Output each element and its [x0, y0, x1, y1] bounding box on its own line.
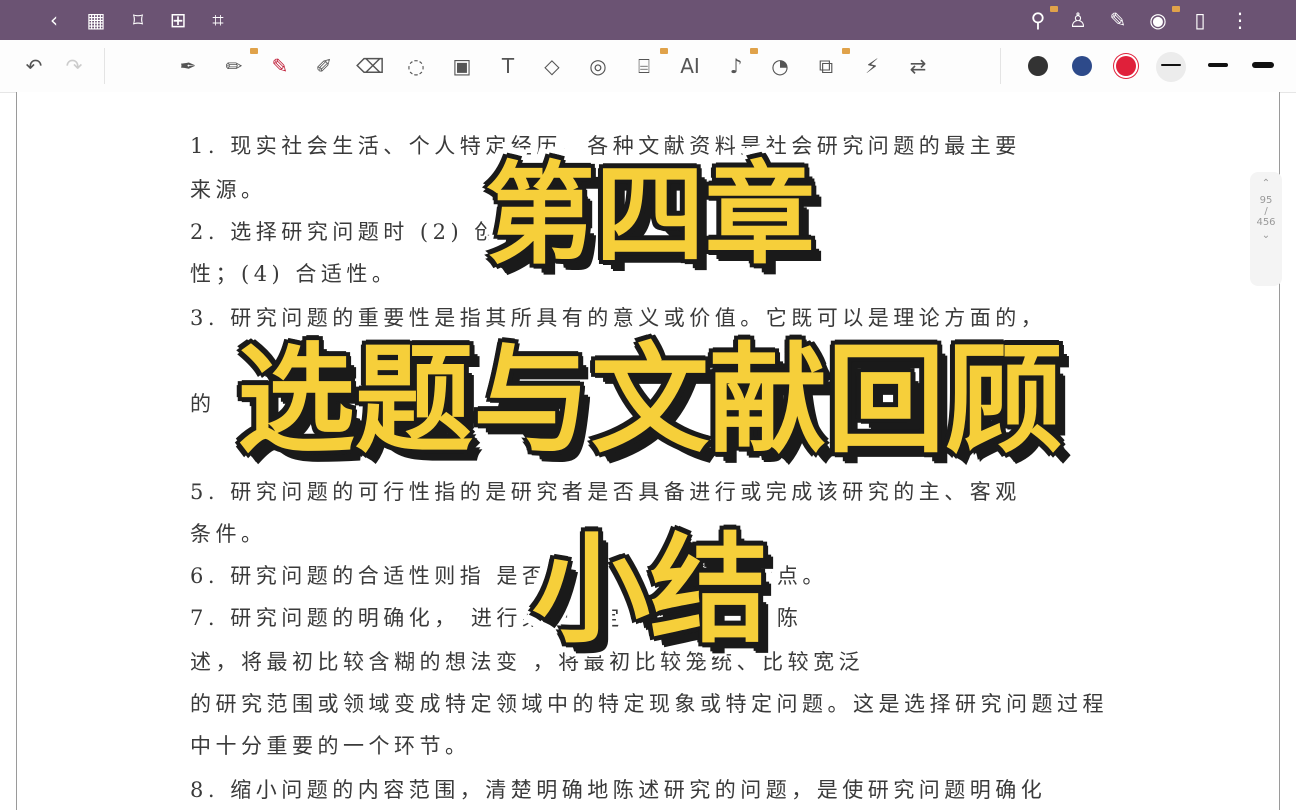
premium-crown-icon: [750, 48, 758, 54]
overlay-topic-title: 选题与文献回顾: [236, 331, 1063, 469]
lasso-icon[interactable]: ◌: [402, 52, 430, 80]
stroke-thick-button[interactable]: [1252, 62, 1274, 68]
marker-icon[interactable]: ✎: [266, 52, 294, 80]
microphone-icon[interactable]: ♪: [722, 52, 750, 80]
text-line: 5. 研究问题的可行性指的是研究者是否具备进行或完成该研究的主、客观: [190, 480, 1021, 504]
grid-icon[interactable]: ▦: [84, 8, 108, 32]
bookmark-icon[interactable]: ⌑: [126, 8, 150, 32]
current-page-number: 95: [1259, 195, 1273, 206]
toolbar-divider: [104, 48, 105, 84]
drawing-toolbar: ↶ ↷ ✒ ✏ ✎ ✐ ⌫ ◌ ▣ T ◇ ◎ ⌸ AI ♪ ◔ ⧉ ⚡ ⇄: [0, 40, 1296, 93]
text-line: 8. 缩小问题的内容范围，清楚明确地陈述研究的问题，是使研究问题明确化: [190, 778, 1047, 802]
eye-icon[interactable]: ◉: [1146, 8, 1170, 32]
add-page-icon[interactable]: ⊞: [166, 8, 190, 32]
sticker-icon[interactable]: ◔: [766, 52, 794, 80]
color-swatch-dark-gray[interactable]: [1028, 56, 1048, 76]
back-icon[interactable]: ‹: [42, 8, 66, 32]
text-line: 的研究范围或领域变成特定领域中的特定现象或特定问题。这是选择研究问题过程: [190, 692, 1108, 716]
toolbar-divider: [1000, 48, 1001, 84]
undo-icon[interactable]: ↶: [20, 52, 48, 80]
shirt-icon[interactable]: ♙: [1066, 8, 1090, 32]
text-line: 中十分重要的一个环节。: [190, 734, 471, 758]
pencil-icon[interactable]: ✏: [220, 52, 248, 80]
page-scroller[interactable]: ⌃ 95 / 456 ⌄: [1250, 172, 1282, 286]
crop-icon[interactable]: ⌗: [206, 8, 230, 32]
chevron-up-icon[interactable]: ⌃: [1250, 172, 1282, 189]
premium-crown-icon: [660, 48, 668, 54]
text-recognition-icon[interactable]: ⌸: [630, 52, 658, 80]
tape-icon[interactable]: ◎: [584, 52, 612, 80]
highlighter-icon[interactable]: ✐: [310, 52, 338, 80]
premium-crown-icon: [842, 48, 850, 54]
image-icon[interactable]: ▣: [448, 52, 476, 80]
text-box-icon[interactable]: T: [494, 52, 522, 80]
overlay-chapter-title: 第四章: [485, 151, 815, 279]
chevron-down-icon[interactable]: ⌄: [1250, 230, 1282, 241]
eraser-icon[interactable]: ⌫: [356, 52, 384, 80]
translate-icon[interactable]: ⇄: [904, 52, 932, 80]
color-swatch-blue[interactable]: [1072, 56, 1092, 76]
color-swatch-red-selected[interactable]: [1116, 56, 1136, 76]
pen-icon[interactable]: ✎: [1106, 8, 1130, 32]
pen-icon[interactable]: ✒: [174, 52, 202, 80]
ocr-icon[interactable]: ⧉: [812, 52, 840, 80]
page-divider: /: [1264, 206, 1268, 217]
top-bar: ‹ ▦ ⌑ ⊞ ⌗ ⚲ ♙ ✎ ◉ ▯ ⋮: [0, 0, 1296, 40]
premium-crown-icon: [1172, 6, 1180, 12]
stroke-thin-icon: [1161, 64, 1181, 66]
more-icon[interactable]: ⋮: [1228, 8, 1252, 32]
search-icon[interactable]: ⚲: [1026, 8, 1050, 32]
text-line: 3. 研究问题的重要性是指其所具有的意义或价值。它既可以是理论方面的，: [190, 306, 1047, 330]
redo-icon[interactable]: ↷: [60, 52, 88, 80]
ai-icon[interactable]: AI: [676, 52, 704, 80]
overlay-summary-title: 小结: [531, 521, 768, 659]
premium-crown-icon: [250, 48, 258, 54]
shape-icon[interactable]: ◇: [538, 52, 566, 80]
premium-crown-icon: [1050, 6, 1058, 12]
total-pages: 456: [1256, 217, 1276, 228]
laser-icon[interactable]: ⚡: [858, 52, 886, 80]
stroke-medium-button[interactable]: [1208, 63, 1228, 67]
reader-icon[interactable]: ▯: [1188, 8, 1212, 32]
stroke-width-selected[interactable]: [1156, 52, 1186, 82]
